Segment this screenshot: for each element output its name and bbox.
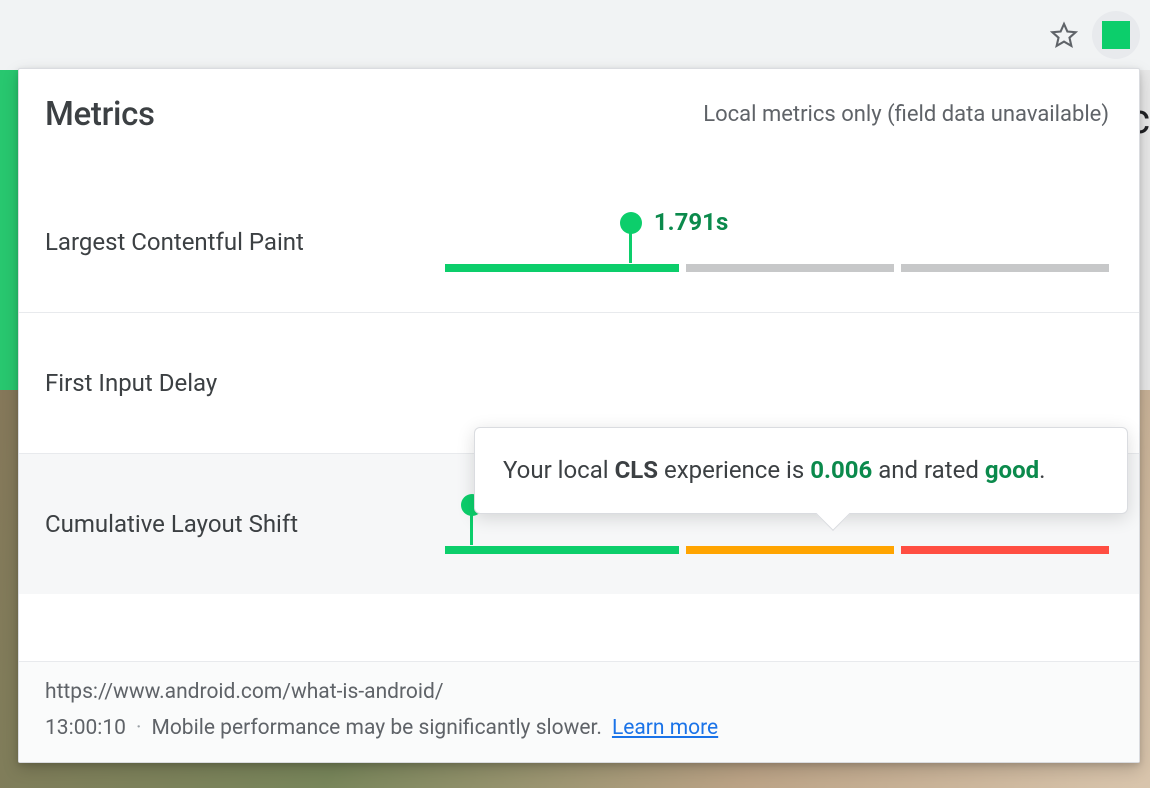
gauge-segment-poor (901, 546, 1109, 554)
metric-gauge-fid (445, 353, 1109, 413)
metric-label: Cumulative Layout Shift (45, 510, 445, 538)
tooltip-value: 0.006 (810, 456, 872, 484)
footer-time: 13:00:10 (45, 716, 126, 740)
gauge-segment-good (445, 264, 679, 272)
gauge-segment-needs-improvement (686, 264, 894, 272)
gauge-track (445, 546, 1109, 554)
metric-gauge-lcp: 1.791s (445, 212, 1109, 272)
panel-header: Metrics Local metrics only (field data u… (19, 69, 1139, 152)
tooltip-text: experience is (658, 456, 810, 484)
browser-toolbar (0, 0, 1150, 70)
extension-badge[interactable] (1092, 11, 1140, 59)
gauge-segment-needs-improvement (686, 546, 894, 554)
footer-url: https://www.android.com/what-is-android/ (45, 680, 1113, 704)
panel-footer: https://www.android.com/what-is-android/… (19, 661, 1139, 762)
tooltip-rating: good (985, 456, 1039, 484)
gauge-marker: 1.791s (620, 212, 642, 263)
metric-value: 1.791s (654, 208, 728, 236)
marker-stem (629, 233, 632, 263)
metric-label: First Input Delay (45, 369, 445, 397)
separator-dot: · (136, 716, 142, 740)
metrics-list: Largest Contentful Paint 1.791s First In… (19, 152, 1139, 661)
tooltip-metric: CLS (615, 456, 658, 484)
metric-row-lcp[interactable]: Largest Contentful Paint 1.791s (19, 152, 1139, 312)
footer-note: Mobile performance may be significantly … (152, 716, 602, 740)
page-green-strip (0, 70, 18, 390)
status-square-icon (1102, 21, 1130, 49)
tooltip-text: and rated (872, 456, 985, 484)
footer-status-line: 13:00:10 · Mobile performance may be sig… (45, 716, 1113, 740)
tooltip-text: . (1039, 456, 1045, 484)
tooltip-text: Your local (503, 456, 615, 484)
panel-subtitle: Local metrics only (field data unavailab… (703, 102, 1109, 127)
bookmark-star-icon[interactable] (1050, 21, 1078, 49)
learn-more-link[interactable]: Learn more (612, 716, 718, 740)
gauge-segment-good (445, 546, 679, 554)
metric-tooltip: Your local CLS experience is 0.006 and r… (474, 427, 1128, 514)
gauge-segment-poor (901, 264, 1109, 272)
panel-title: Metrics (45, 95, 155, 134)
gauge-track (445, 264, 1109, 272)
metric-label: Largest Contentful Paint (45, 228, 445, 256)
marker-stem (470, 515, 473, 545)
marker-dot-icon (620, 212, 642, 234)
metrics-panel: Metrics Local metrics only (field data u… (18, 68, 1140, 763)
